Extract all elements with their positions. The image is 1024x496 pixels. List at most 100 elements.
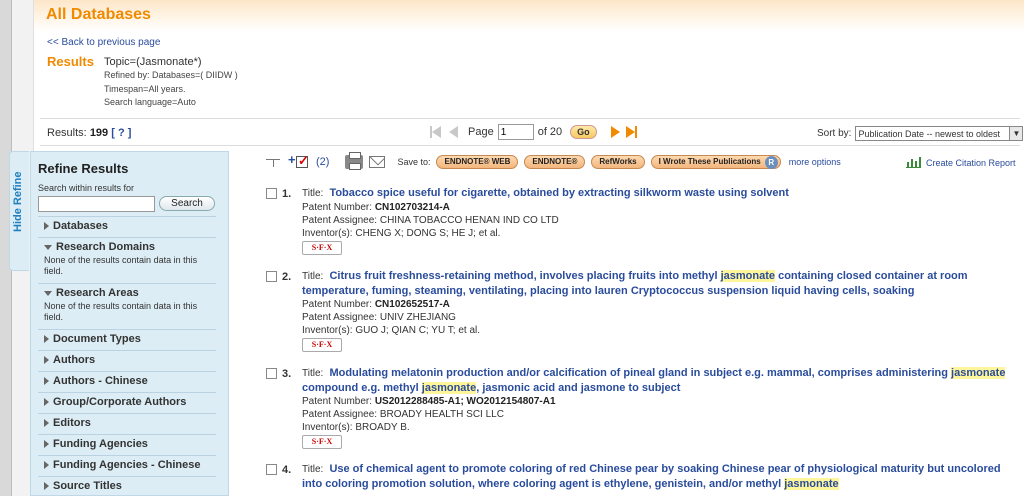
- facet-label: Funding Agencies - Chinese: [53, 459, 201, 471]
- facet-databases[interactable]: Databases: [38, 216, 216, 232]
- patent-assignee: CHINA TOBACCO HENAN IND CO LTD: [379, 215, 559, 226]
- facet-research-domains[interactable]: Research Domains None of the results con…: [38, 237, 216, 277]
- printer-icon[interactable]: [345, 152, 364, 170]
- previous-page-icon[interactable]: [449, 126, 458, 138]
- query-topic: Topic=(Jasmonate*): [104, 56, 202, 68]
- facet-research-areas[interactable]: Research Areas None of the results conta…: [38, 283, 216, 323]
- query-refined-by: Refined by: Databases=( DIIDW ): [104, 70, 238, 80]
- patent-number-label: Patent Number:: [302, 299, 373, 310]
- sfx-button[interactable]: S·F·X: [302, 435, 342, 449]
- caret-right-icon: [44, 419, 49, 427]
- record-number: 3.: [282, 368, 292, 380]
- i-wrote-these-button[interactable]: I Wrote These Publications R: [650, 155, 781, 169]
- caret-right-icon: [44, 222, 49, 230]
- results-toolbar: + (2) Save to: ENDNOTE® WEB ENDNOTE® Ref…: [262, 152, 841, 172]
- facet-authors[interactable]: Authors: [38, 350, 216, 366]
- marked-count[interactable]: (2): [316, 156, 329, 168]
- more-options-link[interactable]: more options: [789, 157, 841, 167]
- title-label: Title:: [302, 368, 324, 379]
- record-title-link[interactable]: Citrus fruit freshness-retaining method,…: [302, 270, 968, 297]
- refine-title: Refine Results: [38, 161, 129, 176]
- add-to-marked-list-icon[interactable]: +: [288, 152, 310, 170]
- facet-label: Document Types: [53, 333, 141, 345]
- facet-label: Authors: [53, 354, 96, 366]
- caret-right-icon: [44, 377, 49, 385]
- inventors-label: Inventor(s):: [302, 325, 353, 336]
- divider-top: [40, 118, 1020, 119]
- facet-document-types[interactable]: Document Types: [38, 329, 216, 345]
- caret-right-icon: [44, 398, 49, 406]
- refine-search-input[interactable]: [38, 196, 155, 212]
- results-help-link[interactable]: [ ? ]: [111, 127, 131, 139]
- record-title-link[interactable]: Tobacco spice useful for cigarette, obta…: [329, 187, 788, 199]
- inventors-label: Inventor(s):: [302, 422, 353, 433]
- endnote-button[interactable]: ENDNOTE®: [524, 155, 586, 169]
- sfx-button[interactable]: S·F·X: [302, 338, 342, 352]
- sfx-button[interactable]: S·F·X: [302, 241, 342, 255]
- facet-group-corporate-authors[interactable]: Group/Corporate Authors: [38, 392, 216, 408]
- record-title-link[interactable]: Modulating melatonin production and/or c…: [302, 367, 1006, 394]
- facet-label: Editors: [53, 417, 91, 429]
- sort-select[interactable]: Publication Date -- newest to oldest ▼: [855, 126, 1024, 141]
- next-page-icon[interactable]: [610, 126, 620, 138]
- results-count-value: 199: [89, 127, 109, 139]
- page-number-input[interactable]: [497, 124, 534, 140]
- facet-authors-chinese[interactable]: Authors - Chinese: [38, 371, 216, 387]
- caret-right-icon: [44, 440, 49, 448]
- caret-down-icon: [44, 290, 52, 296]
- assignee-label: Patent Assignee:: [302, 215, 378, 226]
- refine-search-button[interactable]: Search: [159, 196, 215, 211]
- sort-control: Sort by: Publication Date -- newest to o…: [817, 126, 1024, 141]
- inventors: BROADY B.: [355, 422, 410, 433]
- select-page-arrow-icon[interactable]: [262, 155, 282, 169]
- inventors-label: Inventor(s):: [302, 228, 353, 239]
- patent-number: US2012288485-A1; WO2012154807-A1: [374, 396, 556, 407]
- record-title-link[interactable]: Use of chemical agent to promote colorin…: [302, 463, 1001, 490]
- title-label: Title:: [302, 188, 324, 199]
- first-page-icon[interactable]: [430, 126, 441, 138]
- page-label: Page: [468, 126, 494, 138]
- create-citation-report-label: Create Citation Report: [926, 157, 1016, 168]
- facet-funding-agencies-chinese[interactable]: Funding Agencies - Chinese: [38, 455, 216, 471]
- refine-search-label: Search within results for: [38, 183, 135, 193]
- i-wrote-these-label: I Wrote These Publications: [658, 157, 761, 166]
- results-count: Results: 199 [ ? ]: [47, 127, 131, 139]
- record-checkbox[interactable]: [266, 271, 277, 282]
- facet-label: Databases: [53, 220, 109, 232]
- email-icon[interactable]: [369, 156, 386, 168]
- caret-right-icon: [44, 356, 49, 364]
- record-checkbox[interactable]: [266, 368, 277, 379]
- create-citation-report-link[interactable]: Create Citation Report: [906, 157, 1016, 168]
- facet-editors[interactable]: Editors: [38, 413, 216, 429]
- page-title: All Databases: [46, 6, 151, 23]
- record-number: 4.: [282, 464, 292, 476]
- assignee-label: Patent Assignee:: [302, 409, 378, 420]
- hide-refine-tab[interactable]: Hide Refine: [9, 151, 29, 271]
- page-header: All Databases: [34, 0, 1024, 32]
- refworks-button[interactable]: RefWorks: [591, 155, 645, 169]
- facet-label: Authors - Chinese: [53, 375, 148, 387]
- last-page-icon[interactable]: [625, 126, 637, 138]
- caret-right-icon: [44, 461, 49, 469]
- record-checkbox[interactable]: [266, 464, 277, 475]
- chevron-down-icon[interactable]: ▼: [1009, 127, 1023, 140]
- endnote-web-button[interactable]: ENDNOTE® WEB: [436, 155, 519, 169]
- facet-label: Source Titles: [53, 480, 122, 492]
- inventors: GUO J; QIAN C; YU T; et al.: [355, 325, 481, 336]
- caret-down-icon: [44, 244, 52, 250]
- back-to-previous-page-link[interactable]: << Back to previous page: [47, 37, 160, 48]
- patent-assignee: UNIV ZHEJIANG: [379, 312, 456, 323]
- record-checkbox[interactable]: [266, 188, 277, 199]
- bar-chart-icon: [906, 157, 921, 168]
- hide-refine-label: Hide Refine: [12, 171, 24, 232]
- go-button[interactable]: Go: [570, 125, 597, 139]
- results-count-label: Results:: [47, 127, 87, 139]
- facet-source-titles[interactable]: Source Titles: [38, 476, 216, 492]
- facet-label: Funding Agencies: [53, 438, 148, 450]
- sort-label: Sort by:: [817, 128, 852, 139]
- facet-note: None of the results contain data in this…: [44, 255, 198, 276]
- patent-number: CN102652517-A: [374, 299, 450, 310]
- caret-right-icon: [44, 482, 49, 490]
- facet-funding-agencies[interactable]: Funding Agencies: [38, 434, 216, 450]
- title-label: Title:: [302, 271, 324, 282]
